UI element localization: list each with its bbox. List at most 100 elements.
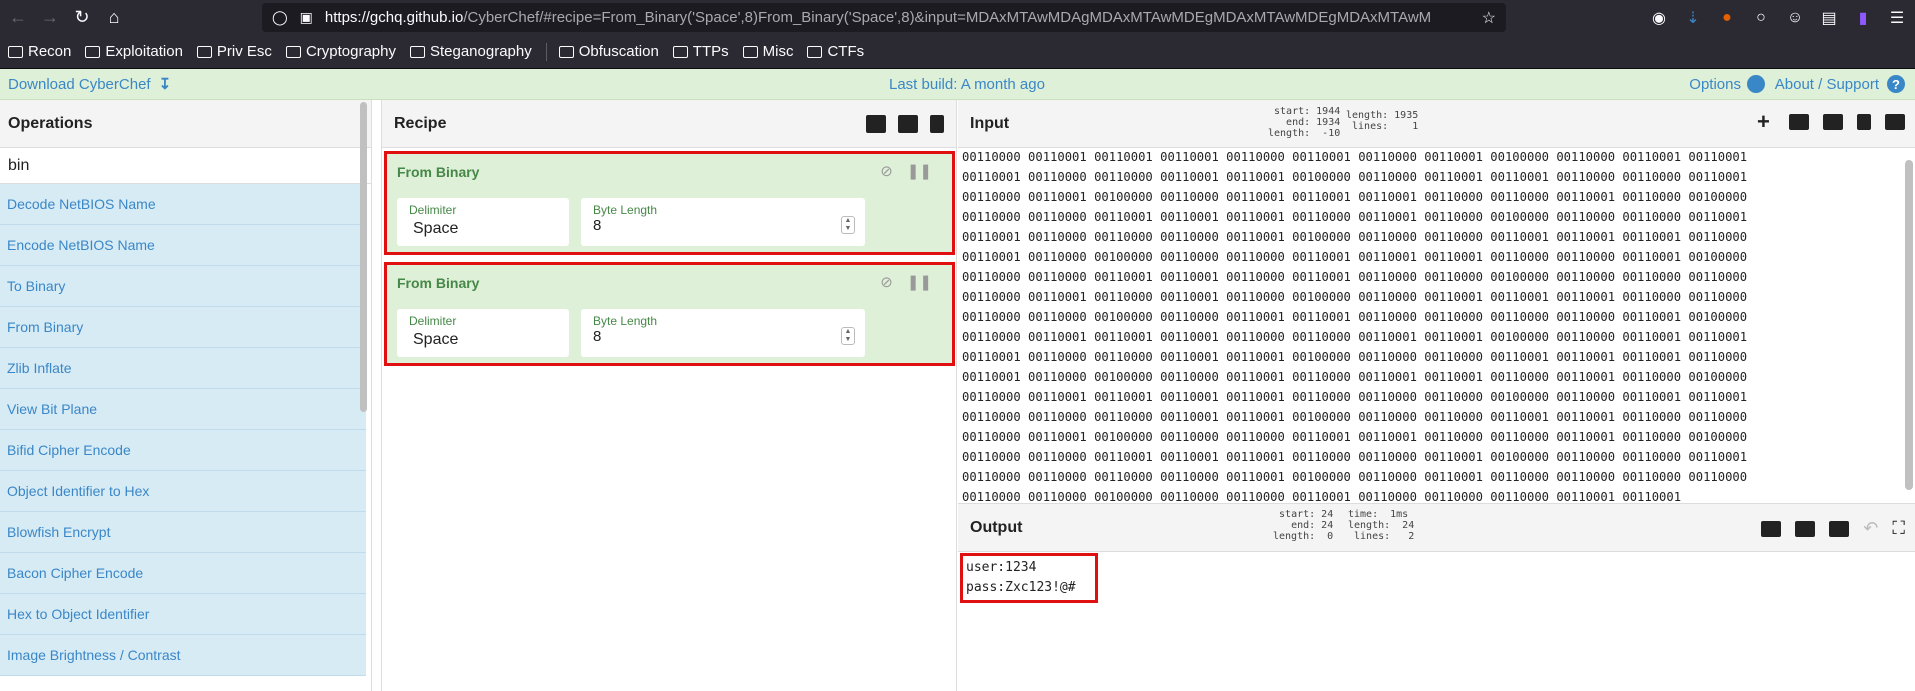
disable-icon[interactable]: ⊘ [880,162,893,180]
op-item-bifid-cipher-encode[interactable]: Bifid Cipher Encode [0,430,366,471]
recipe-step-from-binary[interactable]: From Binary ⊘ ❚❚ Delimiter Space Byte Le… [384,151,955,255]
step-title: From Binary [397,275,480,291]
bookmark-ctfs[interactable]: CTFs [807,43,864,60]
step-controls: ⊘ ❚❚ [880,162,932,180]
reload-icon[interactable]: ↻ [68,4,96,32]
forward-arrow-icon[interactable]: → [36,4,64,32]
byte-length-label: Byte Length [593,314,658,328]
bookmark-ttps[interactable]: TTPs [672,43,729,60]
shield-icon[interactable]: ◯ [272,9,288,26]
byte-length-field[interactable]: Byte Length 8 ▲ ▼ [581,309,865,357]
extension-container-icon[interactable]: ▤ [1819,8,1839,28]
operations-scrollbar[interactable] [360,102,367,412]
last-build-text: Last build: A month ago [889,75,1045,93]
bookmarks-bar: Recon Exploitation Priv Esc Cryptography… [0,35,1915,69]
extension-icons: ◉ ⇣ ● ○ ☺ ▤ ▮ ☰ [1649,0,1907,35]
extension-fox-icon[interactable]: ● [1717,9,1737,27]
bookmark-steganography[interactable]: Steganography [409,43,532,60]
undo-icon[interactable]: ↶ [1863,518,1878,539]
folder-icon [409,45,425,58]
output-title: Output [970,518,1023,536]
maximize-icon[interactable]: ⛶ [1892,518,1905,539]
recipe-title: Recipe [394,114,447,132]
folder-icon [807,45,823,58]
extension-cookie-icon[interactable]: ○ [1751,9,1771,27]
add-tab-icon[interactable]: + [1757,111,1775,133]
save-icon[interactable] [866,115,886,133]
op-item-from-binary[interactable]: From Binary [0,307,366,348]
bookmark-cryptography[interactable]: Cryptography [285,43,396,60]
op-item-bacon-cipher-encode[interactable]: Bacon Cipher Encode [0,553,366,594]
layout-icon[interactable] [1885,114,1905,130]
output-text[interactable]: user:1234 pass:Zxc123!@# [960,553,1098,603]
bookmark-obfuscation[interactable]: Obfuscation [558,43,659,60]
open-file-icon[interactable] [1823,114,1843,130]
byte-length-label: Byte Length [593,203,658,217]
cyberchef-banner: Download CyberChef ↧ Last build: A month … [0,69,1915,100]
op-item-image-brightness-contrast[interactable]: Image Brightness / Contrast [0,635,366,676]
input-length-stats: length: 1935 lines: 1 [1346,110,1419,132]
bookmark-priv-esc[interactable]: Priv Esc [196,43,272,60]
lock-icon[interactable]: ▣ [300,9,313,26]
help-icon: ? [1887,75,1905,93]
url-bar[interactable]: ◯ ▣ https://gchq.github.io /CyberChef/#r… [262,3,1506,32]
input-selection-stats: start: 1944 end: 1934 length: -10 [1268,106,1341,139]
trash-icon[interactable] [1857,114,1871,130]
back-arrow-icon[interactable]: ← [4,4,32,32]
home-icon[interactable]: ⌂ [100,4,128,32]
extension-badge-icon[interactable]: ▮ [1853,8,1873,28]
copy-icon[interactable] [1795,520,1816,537]
bookmark-separator [545,42,547,61]
stepper-icon[interactable]: ▲ ▼ [841,216,855,234]
input-textarea[interactable]: 00110000 00110001 00110001 00110001 0011… [962,147,1902,503]
stepper-icon[interactable]: ▲ ▼ [841,327,855,345]
input-scrollbar[interactable] [1905,160,1913,490]
delimiter-label: Delimiter [409,314,457,328]
op-item-object-identifier-to-hex[interactable]: Object Identifier to Hex [0,471,366,512]
op-item-decode-netbios-name[interactable]: Decode NetBIOS Name [0,184,366,225]
operations-search-input[interactable]: bin [0,148,371,184]
download-icon[interactable]: ⇣ [1683,8,1703,28]
pause-icon[interactable]: ❚❚ [907,273,932,291]
delimiter-field[interactable]: Delimiter Space [397,198,569,246]
byte-length-field[interactable]: Byte Length 8 ▲ ▼ [581,198,865,246]
op-item-to-binary[interactable]: To Binary [0,266,366,307]
disable-icon[interactable]: ⊘ [880,273,893,291]
menu-icon[interactable]: ☰ [1887,8,1907,28]
pause-icon[interactable]: ❚❚ [907,162,932,180]
op-item-zlib-inflate[interactable]: Zlib Inflate [0,348,366,389]
folder-icon [742,45,758,58]
pocket-icon[interactable]: ◉ [1649,8,1669,28]
bookmark-star-icon[interactable]: ☆ [1482,8,1496,28]
folder-icon [85,45,101,58]
op-item-view-bit-plane[interactable]: View Bit Plane [0,389,366,430]
save-icon[interactable] [1761,520,1782,537]
download-cyberchef-link[interactable]: Download CyberChef ↧ [8,75,171,94]
delimiter-field[interactable]: Delimiter Space [397,309,569,357]
delimiter-value: Space [413,220,459,237]
operations-list: Decode NetBIOS Name Encode NetBIOS Name … [0,184,366,676]
bookmark-misc[interactable]: Misc [742,43,793,60]
op-item-hex-to-object-identifier[interactable]: Hex to Object Identifier [0,594,366,635]
open-folder-icon[interactable] [1789,114,1809,130]
folder-icon [558,45,574,58]
folder-icon[interactable] [898,115,918,133]
recipe-step-from-binary[interactable]: From Binary ⊘ ❚❚ Delimiter Space Byte Le… [384,262,955,366]
recipe-actions [866,100,944,148]
folder-icon [196,45,212,58]
folder-icon [672,45,688,58]
bookmark-exploitation[interactable]: Exploitation [85,43,183,60]
trash-icon[interactable] [930,115,944,133]
operations-title: Operations [0,100,371,148]
output-time-stats: time: 1ms length: 24 lines: 2 [1348,509,1415,542]
op-item-blowfish-encrypt[interactable]: Blowfish Encrypt [0,512,366,553]
op-item-encode-netbios-name[interactable]: Encode NetBIOS Name [0,225,366,266]
bookmark-recon[interactable]: Recon [8,43,71,60]
output-panel: Output start: 24 end: 24 length: 0 time:… [958,503,1915,691]
extension-face-icon[interactable]: ☺ [1785,9,1805,27]
replace-input-icon[interactable] [1829,520,1850,537]
options-button[interactable]: Options [1689,75,1765,93]
input-title: Input [970,114,1010,132]
url-path: /CyberChef/#recipe=From_Binary('Space',8… [463,9,1432,26]
about-support-button[interactable]: About / Support? [1775,75,1905,93]
